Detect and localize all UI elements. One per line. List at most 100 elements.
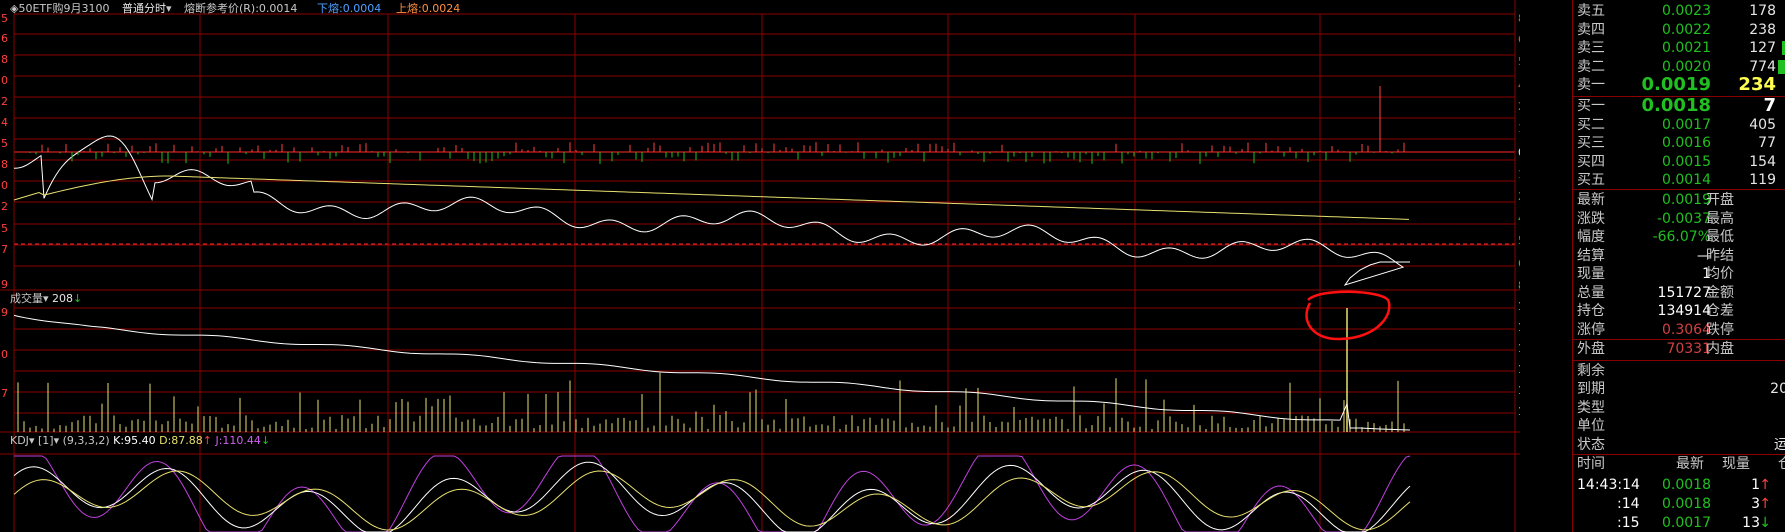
quote-label: 涨跌 <box>1577 210 1605 227</box>
info-row: 剩余 <box>1573 362 1785 380</box>
price-axis-label: 41.96% <box>1518 212 1520 225</box>
bid-qty: 119 <box>1749 172 1776 189</box>
info-label: 状态 <box>1577 436 1605 453</box>
ask-label: 卖五 <box>1577 3 1605 19</box>
price-axis-label: 13.99% <box>1518 168 1520 181</box>
tick-extra-header: 仓 <box>1778 455 1785 473</box>
arrow-up-icon: ↑ <box>202 434 212 447</box>
chevron-down-icon: ▾ <box>43 292 49 305</box>
bid-qty: 154 <box>1749 153 1776 170</box>
chart-area[interactable]: 83.93% 69.94% 55.95% 41.96% 27.98% 13.99% 0.00… <box>0 0 1520 532</box>
tick-header: 时间 最新 现量 仓 <box>1573 455 1785 473</box>
price-axis-label: 69.94% <box>1518 33 1520 46</box>
price-axis-label: 69.94% <box>1518 257 1520 270</box>
symbol-label: ◈50ETF购9月3100 <box>10 2 110 15</box>
tick-row[interactable]: :14 0.0018 3 ↑ <box>1573 495 1785 513</box>
info-label: 类型 <box>1577 399 1605 416</box>
tick-time: :14 <box>1617 496 1640 512</box>
ask-qty: 127 <box>1749 40 1776 57</box>
info-row: 类型 <box>1573 399 1785 417</box>
intraday-chart[interactable]: 83.93% 69.94% 55.95% 41.96% 27.98% 13.99% 0.00… <box>0 0 1520 532</box>
breaker-label: 熔断参考价(R):0.0014 <box>184 2 298 15</box>
volume-axis-label: 160315 <box>1518 300 1520 313</box>
lower-breaker-label: 下熔:0.0004 <box>317 2 382 15</box>
tick-price: 0.0018 <box>1662 496 1711 512</box>
quote-row: 最新 0.0019 开盘 <box>1573 191 1785 209</box>
left-axis-label: 8 <box>1 53 8 66</box>
mode-label: 普通分时 <box>122 2 166 15</box>
ask-qty: 774 <box>1749 58 1776 75</box>
ask-price: 0.0019 <box>1641 74 1711 96</box>
upper-breaker: 上熔:0.0024 <box>396 2 460 16</box>
tick-vol-header: 现量 <box>1722 456 1750 472</box>
ask-row[interactable]: 卖四 0.0022 238 <box>1573 21 1785 39</box>
price-axis-label: 83.93% <box>1518 279 1520 292</box>
quote-row: 总量 151727 金额 <box>1573 284 1785 302</box>
quote-label: 总量 <box>1577 284 1605 301</box>
tick-row[interactable]: :15 0.0017 13 ↓ <box>1573 514 1785 532</box>
quote-label-2: 均价 <box>1706 266 1734 282</box>
info-row: 状态 运 <box>1573 436 1785 454</box>
quote-label: 幅度 <box>1577 229 1605 245</box>
arrow-up-icon: ↑ <box>1759 496 1771 512</box>
ask-row[interactable]: 卖三 0.0021 127 <box>1573 39 1785 57</box>
tick-price: 0.0017 <box>1662 515 1711 531</box>
bid-row[interactable]: 买一 0.0018 7 <box>1573 97 1785 115</box>
ask-qty: 238 <box>1749 21 1776 38</box>
tick-row[interactable]: 14:43:14 0.0018 1 ↑ <box>1573 476 1785 494</box>
mode-dropdown[interactable]: 普通分时▾ <box>122 2 172 16</box>
inner-label: 内盘 <box>1706 341 1734 357</box>
price-axis-label: 27.98% <box>1518 190 1520 203</box>
ask-price: 0.0020 <box>1662 58 1711 75</box>
quote-row: 持仓 134914 仓差 <box>1573 302 1785 320</box>
quote-label-2: 金额 <box>1706 284 1734 301</box>
kdj-panel-header[interactable]: KDJ▾ [1]▾ (9,3,3,2) K:95.40 D:87.88↑ J:1… <box>10 434 270 448</box>
kdj-params: (9,3,3,2) <box>62 434 110 447</box>
divider <box>1573 189 1785 190</box>
quote-label-2: 最高 <box>1706 210 1734 227</box>
left-axis-label: 9 <box>1 278 8 291</box>
bid-row[interactable]: 买三 0.0016 77 <box>1573 134 1785 152</box>
price-axis-label: 83.93% <box>1518 12 1520 25</box>
left-axis-label: 2 <box>1 95 8 108</box>
left-axis-label: 8 <box>1 158 8 171</box>
bid-row[interactable]: 买四 0.0015 154 <box>1573 153 1785 171</box>
left-axis-label: 9 <box>1 306 8 319</box>
bid-price: 0.0015 <box>1662 153 1711 170</box>
info-value: 运 <box>1774 436 1785 453</box>
bid-label: 买一 <box>1577 98 1605 114</box>
bid-row[interactable]: 买五 0.0014 119 <box>1573 171 1785 189</box>
quote-label: 持仓 <box>1577 303 1605 319</box>
kdj-j-value: J:110.44 <box>215 434 261 447</box>
volume-axis-label: 156082 <box>1518 321 1520 334</box>
quote-value: 151727 <box>1657 284 1711 301</box>
chevron-down-icon: ▾ <box>28 434 35 447</box>
ask-qty: 234 <box>1738 74 1776 96</box>
bid-label: 买五 <box>1577 172 1605 189</box>
bid-row[interactable]: 买二 0.0017 405 <box>1573 116 1785 134</box>
left-axis-label: 0 <box>1 348 8 361</box>
ask-row[interactable]: 卖一 0.0019 234 <box>1573 76 1785 94</box>
info-label: 到期 <box>1577 381 1605 398</box>
kdj-d-value: D:87.88 <box>159 434 203 447</box>
quote-value: -66.07% <box>1652 229 1711 245</box>
ask-row[interactable]: 卖五 0.0023 178 <box>1573 2 1785 20</box>
bid-price: 0.0016 <box>1662 135 1711 152</box>
price-axis-label: 55.95% <box>1518 55 1520 68</box>
quote-label: 结算 <box>1577 247 1605 264</box>
breaker-reference: 熔断参考价(R):0.0014 <box>184 2 297 16</box>
ask-row[interactable]: 卖二 0.0020 774 <box>1573 58 1785 76</box>
quote-label-2: 仓差 <box>1706 303 1734 319</box>
ask-price: 0.0021 <box>1662 40 1711 57</box>
symbol-title[interactable]: ◈50ETF购9月3100 <box>10 2 109 16</box>
left-axis-label: 5 <box>1 12 8 25</box>
quote-label-2: 跌停 <box>1706 321 1734 338</box>
bid-qty: 405 <box>1749 116 1776 133</box>
quote-value: 0.0019 <box>1662 192 1711 208</box>
tick-volume: 13 <box>1742 515 1760 531</box>
arrow-up-icon: ↑ <box>1759 477 1771 493</box>
volume-panel-header[interactable]: 成交量▾ 208↓ <box>10 292 82 306</box>
bid-qty: 77 <box>1758 135 1776 152</box>
quote-label-2: 最低 <box>1706 229 1734 245</box>
bid-label: 买二 <box>1577 116 1605 133</box>
